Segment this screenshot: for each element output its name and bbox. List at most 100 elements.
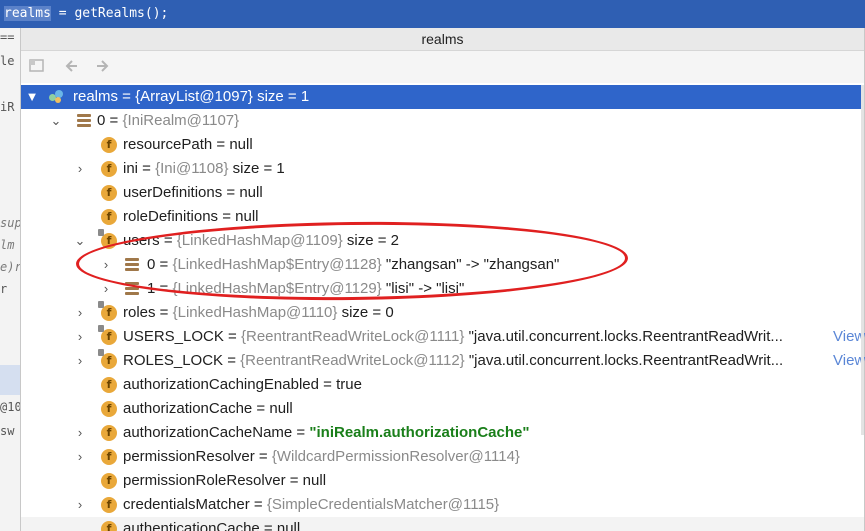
editor-code-line: realms = getRealms();	[0, 0, 865, 28]
chevron-right-icon[interactable]: ›	[73, 445, 87, 469]
field-value: null	[239, 184, 263, 201]
map-entry-icon	[125, 258, 139, 271]
field-name: authenticationCache	[123, 520, 260, 531]
field-type: {Ini@1108}	[155, 160, 229, 177]
background-selection-band	[0, 365, 20, 395]
editor-selected-identifier[interactable]: realms	[4, 6, 51, 21]
field-lock-icon: f	[98, 229, 117, 249]
field-icon: f	[101, 209, 117, 225]
field-name: authorizationCachingEnabled	[123, 376, 319, 393]
field-string-value: "iniRealm.authorizationCache"	[309, 424, 530, 441]
equals-sign: =	[138, 160, 156, 177]
tree-row-field[interactable]: › f USERS_LOCK = {ReentrantReadWriteLock…	[21, 325, 865, 349]
field-type: {ReentrantReadWriteLock@1111}	[240, 328, 465, 345]
chevron-down-icon[interactable]: ▼	[25, 85, 39, 109]
tree-row-field[interactable]: f userDefinitions = null	[21, 181, 864, 205]
field-icon: f	[101, 521, 117, 531]
map-entry-icon	[125, 282, 139, 295]
tree-row-map-entry[interactable]: › 0 = {LinkedHashMap$Entry@1128} "zhangs…	[21, 253, 864, 277]
variables-popup: realms ▼ realms = {ArrayList@1097} size …	[20, 28, 865, 531]
chevron-down-icon[interactable]: ⌄	[49, 109, 63, 133]
tree-row-map-entry[interactable]: › 1 = {LinkedHashMap$Entry@1129} "lisi" …	[21, 277, 864, 301]
chevron-right-icon[interactable]: ›	[73, 421, 87, 445]
equals-sign: =	[155, 280, 173, 297]
variable-name: realms	[73, 88, 119, 105]
tree-row-field[interactable]: f authorizationCachingEnabled = true	[21, 373, 864, 397]
field-icon: f	[101, 137, 117, 153]
entry-type: {LinkedHashMap$Entry@1129}	[172, 280, 382, 297]
field-name: credentialsMatcher	[123, 496, 250, 513]
watch-variable-icon	[49, 90, 64, 104]
field-icon: f	[101, 185, 117, 201]
equals-sign: =	[318, 376, 337, 393]
field-name: USERS_LOCK	[123, 328, 224, 345]
field-name: userDefinitions	[123, 184, 223, 201]
editor-code-text: realms = getRealms();	[4, 6, 168, 21]
field-icon: f	[101, 497, 117, 513]
chevron-right-icon[interactable]: ›	[73, 325, 87, 349]
back-arrow-icon[interactable]	[61, 57, 81, 77]
background-code-fragment: sw	[0, 424, 15, 438]
equals-sign: =	[105, 112, 123, 129]
tree-row-field[interactable]: › f ini = {Ini@1108} size = 1	[21, 157, 864, 181]
tree-row-field[interactable]: f resourcePath = null	[21, 133, 864, 157]
field-value: "java.util.concurrent.locks.ReentrantRea…	[464, 352, 784, 369]
chevron-right-icon[interactable]: ›	[73, 301, 87, 325]
popup-title[interactable]: realms	[21, 28, 864, 51]
equals-sign: =	[212, 136, 230, 153]
entry-type: {LinkedHashMap$Entry@1128}	[172, 256, 382, 273]
background-code-fragment: sup	[0, 216, 22, 230]
popup-toolbar	[21, 51, 864, 83]
equals-sign: =	[159, 232, 177, 249]
equals-sign: =	[223, 328, 241, 345]
variable-extra: size = 1	[252, 88, 310, 105]
tree-row-field[interactable]: › f roles = {LinkedHashMap@1110} size = …	[21, 301, 864, 325]
chevron-right-icon[interactable]: ›	[99, 277, 113, 301]
tree-row-item-0[interactable]: ⌄ 0 = {IniRealm@1107}	[21, 109, 864, 133]
chevron-right-icon[interactable]: ›	[99, 253, 113, 277]
equals-sign: =	[249, 496, 267, 513]
equals-sign: =	[285, 472, 303, 489]
field-name: ROLES_LOCK	[123, 352, 224, 369]
field-name: ini	[123, 160, 139, 177]
entry-value: "lisi" -> "lisi"	[381, 280, 465, 297]
chevron-right-icon[interactable]: ›	[73, 157, 87, 181]
field-value: size = 1	[228, 160, 285, 177]
entry-value: "zhangsan" -> "zhangsan"	[381, 256, 560, 273]
equals-sign: =	[118, 88, 136, 105]
tree-row-field[interactable]: f authorizationCache = null	[21, 397, 864, 421]
field-name: authorizationCache	[123, 400, 253, 417]
background-code-fragment: iR	[0, 100, 15, 114]
tree-row-field[interactable]: f roleDefinitions = null	[21, 205, 864, 229]
restore-layout-icon[interactable]	[27, 57, 47, 77]
field-name: permissionRoleResolver	[123, 472, 286, 489]
chevron-down-icon[interactable]: ⌄	[73, 229, 87, 253]
tree-row-field[interactable]: › f ROLES_LOCK = {ReentrantReadWriteLock…	[21, 349, 865, 373]
equals-sign: =	[259, 520, 277, 531]
equals-sign: =	[155, 304, 173, 321]
chevron-right-icon[interactable]: ›	[73, 493, 87, 517]
field-name: authorizationCacheName	[123, 424, 293, 441]
variable-type: {ArrayList@1097}	[135, 88, 253, 105]
list-element-icon	[77, 114, 91, 127]
chevron-right-icon[interactable]: ›	[73, 349, 87, 373]
equals-sign: =	[218, 208, 236, 225]
field-value: true	[336, 376, 362, 393]
tree-row-field[interactable]: › f authorizationCacheName = "iniRealm.a…	[21, 421, 864, 445]
field-value: null	[229, 136, 253, 153]
field-type: {SimpleCredentialsMatcher@1115}	[266, 496, 500, 513]
field-icon: f	[101, 449, 117, 465]
vertical-scrollbar[interactable]	[861, 85, 864, 435]
field-lock-icon: f	[98, 301, 117, 321]
field-value: null	[269, 400, 293, 417]
field-value: size = 2	[342, 232, 399, 249]
tree-row-field[interactable]: f permissionRoleResolver = null	[21, 469, 864, 493]
tree-row-realms[interactable]: ▼ realms = {ArrayList@1097} size = 1	[21, 85, 864, 109]
tree-row-field[interactable]: f authenticationCache = null	[21, 517, 864, 531]
background-code-fragment: lm	[0, 238, 15, 252]
tree-row-field-users[interactable]: ⌄ f users = {LinkedHashMap@1109} size = …	[21, 229, 864, 253]
forward-arrow-icon[interactable]	[93, 57, 113, 77]
tree-row-field[interactable]: › f permissionResolver = {WildcardPermis…	[21, 445, 864, 469]
background-code-fragment: @10	[0, 400, 22, 414]
tree-row-field[interactable]: › f credentialsMatcher = {SimpleCredenti…	[21, 493, 864, 517]
